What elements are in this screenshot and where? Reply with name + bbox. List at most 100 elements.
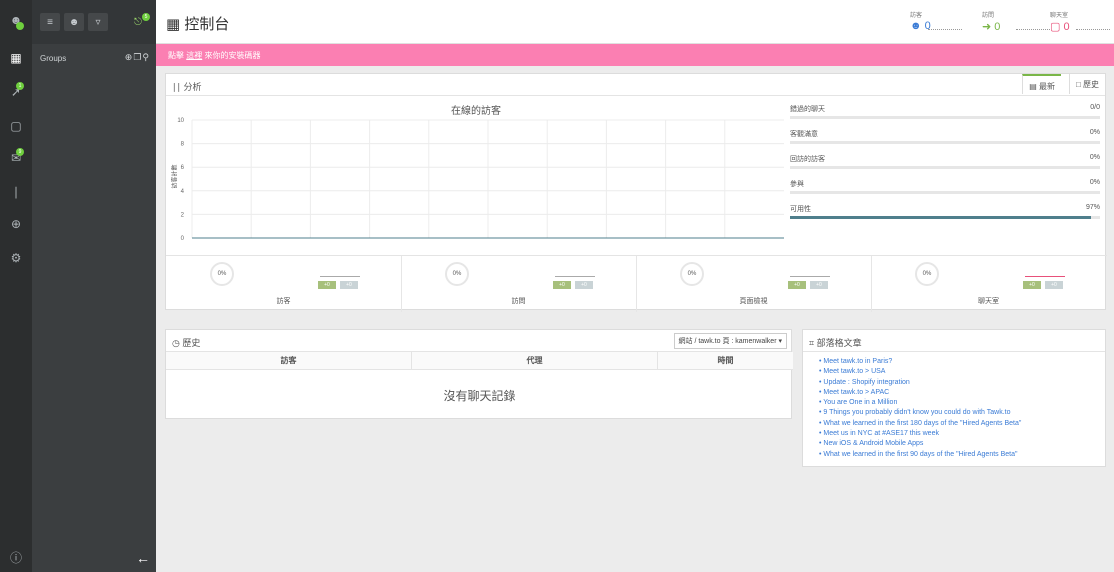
blog-link[interactable]: Meet tawk.to > USA (819, 367, 1105, 377)
metric-label: 客觀滿意 (790, 131, 818, 138)
tickets-badge: 1 (16, 82, 24, 90)
panel-toolbar: ≡ ☻ ▿ ⎋ 5 (32, 0, 156, 44)
tile-percent: 0% (915, 262, 939, 286)
site-filter-select[interactable]: 網站 / tawk.to 頁 : kamenwalker ▾ (673, 333, 787, 349)
blog-link[interactable]: Meet tawk.to > APAC (819, 388, 1105, 398)
metric-value: 0% (1089, 179, 1100, 186)
notifications-badge: 5 (142, 13, 150, 21)
y-tick-label: 6 (181, 165, 185, 171)
y-tick-label: 10 (177, 118, 184, 124)
metric-label: 回訪的訪客 (790, 156, 825, 163)
blog-link[interactable]: Update : Shopify integration (819, 378, 1105, 388)
tile-delta-a: +0 (788, 281, 806, 289)
page-title: ▦ 控制台 (166, 16, 230, 33)
collapse-arrow-icon[interactable]: ← (136, 550, 150, 566)
history-empty: 沒有聊天記錄 (443, 389, 516, 403)
dashboard-title-icon: ▦ (166, 16, 185, 33)
inbox-icon[interactable]: ✉ 9 (6, 148, 26, 168)
tile-delta-a: +0 (318, 281, 336, 289)
group-actions: ⊕❐⚲ (125, 52, 150, 63)
banner-link[interactable]: 這裡 (186, 51, 202, 60)
tab-history[interactable]: □ 歷史 (1068, 74, 1105, 94)
blog-link[interactable]: Meet us in NYC at #ASE17 this week (819, 429, 1105, 439)
settings-icon[interactable]: ⚙ (6, 248, 26, 268)
metric-label: 參與 (790, 181, 804, 188)
blog-header: ⌗ 部落格文章 (803, 330, 1105, 352)
col-agent[interactable]: 代理 (412, 352, 658, 370)
tile-sparkline (1025, 276, 1065, 277)
tile-label: 訪客 (276, 298, 291, 305)
analytics-icon: ∣∣ (172, 82, 184, 92)
tile-sparkline (320, 276, 360, 277)
stat-chats: 聊天室 ▢ 0 (1050, 13, 1070, 33)
tile-sparkline (790, 276, 830, 277)
chart-svg: 10 8 6 4 2 0 (177, 118, 784, 242)
metric-value: 0/0 (1090, 104, 1100, 111)
blog-link[interactable]: What we learned in the first 180 days of… (819, 419, 1105, 429)
messaging-icon[interactable]: ▢ (6, 116, 26, 136)
metric-bar (790, 216, 1100, 219)
visitor-panel: ≡ ☻ ▿ ⎋ 5 Groups ⊕❐⚲ ← (32, 0, 156, 572)
addons-icon[interactable]: ⊕ (6, 214, 26, 234)
filter-button[interactable]: ▿ (88, 13, 108, 31)
tickets-icon[interactable]: ➚ 1 (6, 82, 26, 102)
tile-delta-a: +0 (1023, 281, 1041, 289)
analytics-card: ∣∣ 分析 ▤ 最新 □ 歷史 在線的訪客 訪客計數 10 8 6 4 2 0 錯過的聊天… (165, 73, 1107, 312)
blog-link[interactable]: You are One in a Million (819, 398, 1105, 408)
history-header: ◷ 歷史 網站 / tawk.to 頁 : kamenwalker ▾ (166, 330, 791, 352)
y-tick-label: 0 (181, 236, 185, 242)
metric-value: 0% (1089, 129, 1100, 136)
help-icon[interactable]: ⓘ (6, 547, 26, 567)
install-banner: 點擊 這裡 來你的安裝碼器 (156, 44, 1114, 66)
blog-link[interactable]: What we learned in the first 90 days of … (819, 450, 1105, 460)
clock-icon: ◷ (172, 338, 183, 348)
metric-bar (790, 166, 1100, 169)
blog-link[interactable]: 9 Things you probably didn't know you co… (819, 408, 1105, 418)
tile-label: 頁面檢視 (739, 298, 768, 305)
tile-percent: 0% (445, 262, 469, 286)
visitors-chart: 在線的訪客 訪客計數 10 8 6 4 2 0 (166, 96, 786, 254)
y-tick-label: 4 (181, 189, 185, 195)
history-card: ◷ 歷史 網站 / tawk.to 頁 : kamenwalker ▾ 訪客 代… (165, 329, 793, 419)
col-visitor[interactable]: 訪客 (166, 352, 412, 370)
top-header: ▦ 控制台 訪客 ☻ 0 訪問 ➜ 0 聊天室 ▢ 0 (156, 0, 1114, 44)
tile-label: 訪問 (511, 298, 526, 305)
metric-bar (790, 141, 1100, 144)
metric-value: 97% (1085, 204, 1100, 211)
tab-latest[interactable]: ▤ 最新 (1022, 74, 1061, 94)
stat-visits: 訪問 ➜ 0 (982, 13, 1001, 33)
metric-bar (790, 116, 1100, 119)
blog-link[interactable]: New iOS & Android Mobile Apps (819, 439, 1105, 449)
col-time[interactable]: 時間 (658, 352, 793, 370)
metrics-list: 錯過的聊天 0/0 客觀滿意 0% 回訪的訪客 0% 參與 0% 可用性 97% (786, 96, 1106, 254)
history-columns: 訪客 代理 時間 (166, 352, 793, 370)
reports-icon[interactable]: ∣ (6, 182, 26, 202)
tile-delta-b: +0 (575, 281, 593, 289)
analytics-header: ∣∣ 分析 ▤ 最新 □ 歷史 (166, 74, 1105, 96)
groups-label: Groups (40, 54, 67, 63)
tile-delta-b: +0 (340, 281, 358, 289)
metric-bar (790, 191, 1100, 194)
tile-delta-b: +0 (1045, 281, 1063, 289)
tile-delta-b: +0 (810, 281, 828, 289)
blog-link[interactable]: Meet tawk.to in Paris? (819, 357, 1105, 367)
dashboard-icon[interactable]: ▦ (6, 48, 26, 68)
tile-label: 聊天室 (978, 298, 999, 305)
tile-percent: 0% (210, 262, 234, 286)
notifications-button[interactable]: ⎋ 5 (128, 13, 150, 31)
rss-icon: ⌗ (809, 338, 817, 348)
metric-label: 錯過的聊天 (790, 106, 825, 113)
agents-button[interactable]: ☻ (64, 13, 84, 31)
inbox-badge: 9 (16, 148, 24, 156)
user-status-icon[interactable]: ☻ (6, 10, 26, 30)
tile-sparkline (555, 276, 595, 277)
blog-card: ⌗ 部落格文章 Meet tawk.to in Paris?Meet tawk.… (802, 329, 1106, 467)
layers-button[interactable]: ≡ (40, 13, 60, 31)
metric-label: 可用性 (790, 206, 811, 213)
tile-delta-a: +0 (553, 281, 571, 289)
y-tick-label: 2 (181, 212, 185, 218)
tile-percent: 0% (680, 262, 704, 286)
metric-value: 0% (1089, 154, 1100, 161)
tiles-row: 0% +0 +0 訪客 0% +0 +0 訪問 0% +0 +0 頁面檢視 0% +0 +0 聊天室 (166, 255, 1107, 312)
search-icon[interactable]: ⚲ (142, 52, 150, 62)
